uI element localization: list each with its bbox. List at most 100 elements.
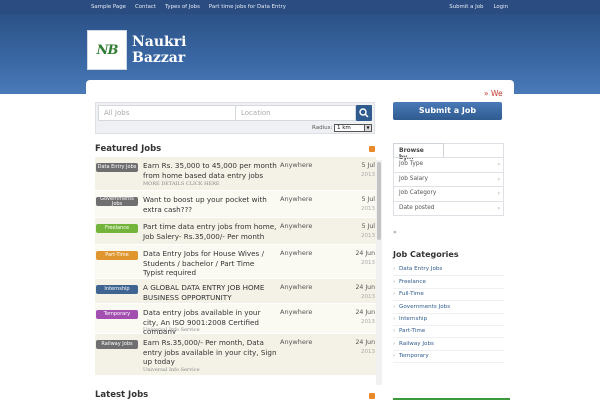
job-badge[interactable]: Freelance [96,224,138,233]
job-date-day: 24 Jun [355,284,375,291]
top-bar [0,0,600,14]
chevron-right-icon: › [393,279,396,285]
job-badge[interactable]: Part-Time [96,251,138,260]
job-row[interactable]: Temporary Data entry jobs available in y… [95,304,376,336]
job-title[interactable]: Want to boost up your pocket with extra … [143,195,277,214]
chevron-right-icon: › [393,341,396,347]
browse-item-label: Job Type [399,161,424,167]
job-date: 5 Jul 2013 [361,161,375,180]
category-freelance[interactable]: › Freelance [393,277,504,289]
category-part-time[interactable]: › Part-Time [393,326,504,338]
search-area: All Jobs Location Radius: 1 km ▼ [95,102,375,134]
job-title[interactable]: Earn Rs.35,000/- Per month, Data entry j… [143,338,277,367]
job-date-day: 24 Jun [355,339,375,346]
job-badge[interactable]: Internship [96,285,138,294]
category-label: Freelance [399,279,426,285]
nav-link-contact[interactable]: Contact [135,4,156,10]
category-full-time[interactable]: › Full-Time [393,289,504,301]
job-date-day: 5 Jul [361,196,375,203]
job-row[interactable]: Data Entry Jobs Earn Rs. 35,000 to 45,00… [95,157,376,191]
search-input[interactable]: All Jobs [98,105,236,121]
job-date-day: 5 Jul [361,162,375,169]
logo-line-2: Bazzar [132,50,186,66]
job-row[interactable]: Internship A GLOBAL DATA ENTRY JOB HOME … [95,279,376,304]
category-internship[interactable]: › Internship [393,314,504,326]
rss-icon[interactable] [369,393,375,399]
category-label: Part-Time [399,328,426,334]
category-governments[interactable]: › Governments Jobs [393,302,504,314]
job-badge[interactable]: Governments Jobs [96,197,138,206]
job-categories-title: Job Categories [393,250,459,259]
sidebar-bullet: » [393,229,397,236]
job-location: Anywhere [280,283,313,291]
job-title[interactable]: Part time data entry jobs from home, Job… [143,222,277,241]
browse-item-job-type[interactable]: Job Type › [393,157,504,171]
logo-line-1: Naukri [132,34,187,50]
job-title[interactable]: Earn Rs. 35,000 to 45,000 per month from… [143,161,277,180]
browse-item-job-salary[interactable]: Job Salary › [393,172,504,186]
nav-link-submit-job[interactable]: Submit a Job [449,4,483,10]
job-subtitle[interactable]: Universal Info Service [143,367,200,373]
chevron-right-icon: › [393,304,396,310]
job-row[interactable]: Freelance Part time data entry jobs from… [95,218,376,245]
category-label: Full-Time [399,291,424,297]
top-nav-right: Submit a Job Login [439,0,508,14]
category-temporary[interactable]: › Temporary [393,351,504,363]
job-date: 24 Jun 2013 [355,249,375,268]
radius-select[interactable]: 1 km ▼ [334,124,372,132]
scrollbar-thumb[interactable] [377,162,381,240]
jobs-scrollbar[interactable] [376,160,382,385]
nav-link-types-of-jobs[interactable]: Types of Jobs [165,4,200,10]
browse-item-date-posted[interactable]: Date posted › [393,201,504,215]
job-location: Anywhere [280,338,313,346]
chevron-right-icon: › [393,291,396,297]
category-label: Governments Jobs [399,304,451,310]
browse-tab[interactable]: Browse by... [393,143,444,161]
nav-link-part-time-jobs[interactable]: Part time jobs for Data Entry [209,4,286,10]
radius-value: 1 km [337,125,351,131]
chevron-right-icon: › [393,353,396,359]
job-title[interactable]: Data Entry Jobs for House Wives / Studen… [143,249,277,278]
logo-text: Naukri Bazzar [132,34,186,66]
site-logo[interactable]: NB Naukri Bazzar [87,30,197,70]
rss-icon[interactable] [369,146,375,152]
job-row[interactable]: Railway Jobs Earn Rs.35,000/- Per month,… [95,334,376,376]
job-date-year: 2013 [361,293,375,300]
nav-link-sample-page[interactable]: Sample Page [91,4,126,10]
job-date-year: 2013 [361,259,375,266]
chevron-right-icon: › [393,266,396,272]
job-location: Anywhere [280,308,313,316]
search-button[interactable] [356,105,372,121]
chevron-right-icon: › [393,328,396,334]
job-date-year: 2013 [361,232,375,239]
we-link[interactable]: » We [484,89,503,98]
job-badge[interactable]: Railway Jobs [96,340,138,349]
search-icon [359,108,369,118]
radius-label: Radius: [312,125,333,131]
featured-jobs-title: Featured Jobs [95,144,162,154]
chevron-right-icon: › [393,316,396,322]
job-location: Anywhere [280,161,313,169]
job-badge[interactable]: Temporary [96,310,138,319]
category-label: Railway Jobs [399,341,434,347]
category-data-entry[interactable]: › Data Entry Jobs [393,264,504,276]
job-date: 5 Jul 2013 [361,195,375,214]
job-row[interactable]: Part-Time Data Entry Jobs for House Wive… [95,245,376,279]
job-date: 24 Jun 2013 [355,308,375,327]
job-badge[interactable]: Data Entry Jobs [96,163,138,172]
job-title[interactable]: A GLOBAL DATA ENTRY JOB HOME BUSINESS OP… [143,283,277,302]
location-input[interactable]: Location [235,105,356,121]
logo-mark: NB [87,30,127,70]
category-railway[interactable]: › Railway Jobs [393,339,504,351]
chevron-right-icon: › [497,190,500,197]
job-subtitle[interactable]: MORE DETAILS CLICK HERE [143,181,220,187]
submit-job-button[interactable]: Submit a Job [393,102,502,120]
category-label: Temporary [399,353,429,359]
job-date-year: 2013 [361,348,375,355]
nav-link-login[interactable]: Login [493,4,508,10]
browse-item-job-category[interactable]: Job Category › [393,186,504,200]
chevron-right-icon: › [497,176,500,183]
job-subtitle[interactable]: Universal Info Service [143,327,200,333]
job-date: 24 Jun 2013 [355,338,375,357]
job-row[interactable]: Governments Jobs Want to boost up your p… [95,191,376,218]
